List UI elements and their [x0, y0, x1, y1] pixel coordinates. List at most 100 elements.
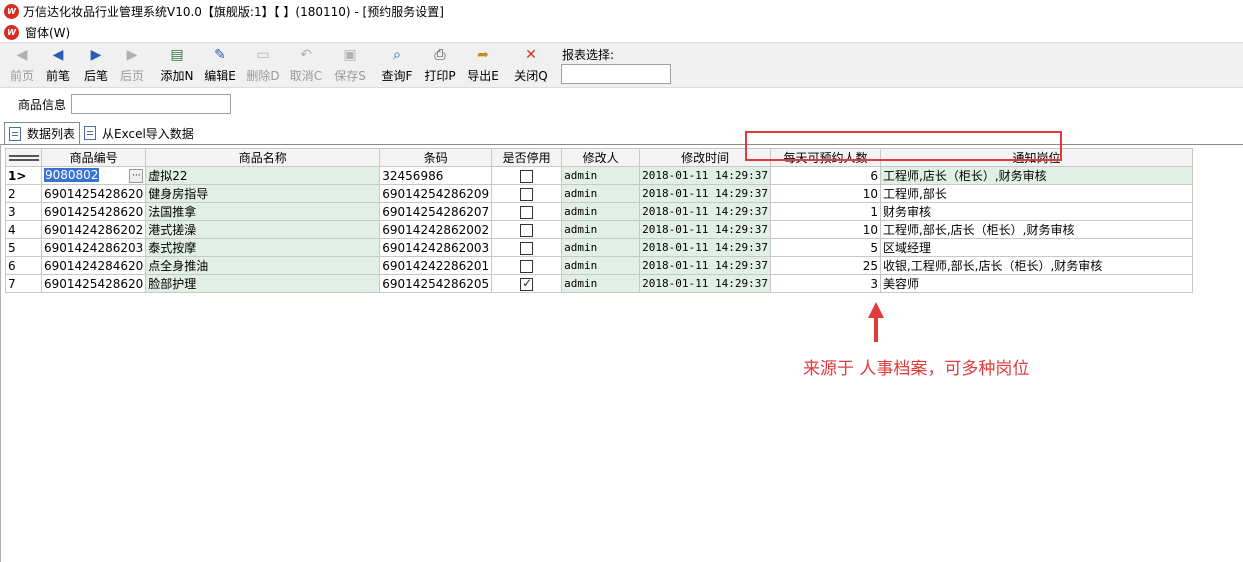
close-button[interactable]: ✕ 关闭Q [511, 46, 551, 86]
cell-code[interactable]: 6901425428620 [40, 202, 147, 221]
cancel-button[interactable]: ↶ 取消C [286, 46, 326, 86]
report-select-group: 报表选择: [558, 45, 678, 87]
table-row[interactable]: 3 6901425428620 法国推拿 69014254286207 admi… [5, 202, 1193, 221]
product-info-input[interactable] [71, 94, 231, 114]
cell-barcode[interactable]: 69014254286207 [379, 202, 493, 221]
disabled-checkbox[interactable] [520, 187, 534, 201]
cell-code[interactable]: 6901425428620 [40, 274, 147, 293]
col-header-disabled[interactable]: 是否停用 [491, 148, 563, 167]
col-header-code[interactable]: 商品编号 [40, 148, 147, 167]
cell-disabled[interactable] [491, 184, 563, 203]
cell-disabled[interactable] [491, 166, 563, 185]
cell-disabled[interactable] [491, 202, 563, 221]
cell-modifier[interactable]: admin [561, 166, 641, 185]
grid-corner[interactable] [5, 148, 42, 167]
table-row[interactable]: 5 6901424286203 泰式按摩 69014242862003 admi… [5, 238, 1193, 257]
table-row[interactable]: 7 6901425428620 脸部护理 69014254286205 admi… [5, 274, 1193, 293]
cell-code[interactable]: 6901424284620 [40, 256, 147, 275]
cell-barcode[interactable]: 69014242862002 [379, 220, 493, 239]
cell-post[interactable]: 财务审核 [880, 202, 1193, 221]
disabled-checkbox[interactable] [520, 259, 534, 273]
save-button[interactable]: ▣ 保存S [330, 46, 370, 86]
cell-name[interactable]: 泰式按摩 [145, 238, 381, 257]
cell-time[interactable]: 2018-01-11 14:29:37 [639, 238, 771, 257]
cell-barcode[interactable]: 69014242862003 [379, 238, 493, 257]
table-row[interactable]: 6 6901424284620 点全身推油 69014242286201 adm… [5, 256, 1193, 275]
cell-quota[interactable]: 1 [770, 202, 881, 221]
cell-post[interactable]: 区域经理 [880, 238, 1193, 257]
table-row[interactable]: 2 6901425428620 健身房指导 69014254286209 adm… [5, 184, 1193, 203]
tab-excel-import[interactable]: 从Excel导入数据 [80, 122, 198, 144]
cell-name[interactable]: 虚拟22 [145, 166, 381, 185]
delete-button[interactable]: ▭ 删除D [243, 46, 283, 86]
disabled-checkbox[interactable] [520, 241, 534, 255]
report-select-label: 报表选择: [562, 48, 615, 62]
data-grid: 商品编号 商品名称 条码 是否停用 修改人 修改时间 每天可预约人数 通知岗位 … [5, 148, 1193, 293]
cell-time[interactable]: 2018-01-11 14:29:37 [639, 166, 771, 185]
cell-post[interactable]: 美容师 [880, 274, 1193, 293]
cell-name[interactable]: 法国推拿 [145, 202, 381, 221]
cell-modifier[interactable]: admin [561, 274, 641, 293]
table-row[interactable]: 1> 9080802 ··· 虚拟22 32456986 admin 2018-0… [5, 166, 1193, 185]
next-record-button[interactable]: ▶ 后笔 [76, 46, 116, 86]
cell-barcode[interactable]: 32456986 [379, 166, 493, 185]
menu-window[interactable]: 窗体(W) [25, 24, 70, 41]
cell-quota[interactable]: 5 [770, 238, 881, 257]
disabled-checkbox[interactable] [520, 169, 534, 183]
cell-modifier[interactable]: admin [561, 238, 641, 257]
last-page-button[interactable]: ▶ 后页 [112, 46, 152, 86]
cell-barcode[interactable]: 69014254286209 [379, 184, 493, 203]
tab-data-list[interactable]: 数据列表 [4, 122, 81, 144]
col-header-modifier[interactable]: 修改人 [561, 148, 641, 167]
cell-time[interactable]: 2018-01-11 14:29:37 [639, 220, 771, 239]
cell-quota[interactable]: 10 [770, 220, 881, 239]
disabled-checkbox[interactable] [520, 276, 534, 291]
cell-quota[interactable]: 10 [770, 184, 881, 203]
add-button[interactable]: ▤ 添加N [157, 46, 197, 86]
cell-post[interactable]: 工程师,店长（柜长）,财务审核 [880, 166, 1193, 185]
cell-time[interactable]: 2018-01-11 14:29:37 [639, 184, 771, 203]
disabled-checkbox[interactable] [520, 223, 534, 237]
cell-name[interactable]: 港式搓澡 [145, 220, 381, 239]
first-page-button[interactable]: ◀ 前页 [2, 46, 42, 86]
edit-button[interactable]: ✎ 编辑E [200, 46, 240, 86]
cell-name[interactable]: 脸部护理 [145, 274, 381, 293]
table-row[interactable]: 4 6901424286202 港式搓澡 69014242862002 admi… [5, 220, 1193, 239]
cell-time[interactable]: 2018-01-11 14:29:37 [639, 256, 771, 275]
cell-time[interactable]: 2018-01-11 14:29:37 [639, 202, 771, 221]
cell-disabled[interactable] [491, 220, 563, 239]
cell-code[interactable]: 6901425428620 [40, 184, 147, 203]
prev-record-button[interactable]: ◀ 前笔 [38, 46, 78, 86]
cell-modifier[interactable]: admin [561, 256, 641, 275]
ellipsis-button[interactable]: ··· [129, 169, 144, 183]
cell-post[interactable]: 工程师,部长 [880, 184, 1193, 203]
query-button[interactable]: ⌕ 查询F [377, 46, 417, 86]
cell-post[interactable]: 收银,工程师,部长,店长（柜长）,财务审核 [880, 256, 1193, 275]
cell-quota[interactable]: 6 [770, 166, 881, 185]
col-header-name[interactable]: 商品名称 [145, 148, 381, 167]
cell-name[interactable]: 健身房指导 [145, 184, 381, 203]
cell-code[interactable]: 6901424286202 [40, 220, 147, 239]
col-header-barcode[interactable]: 条码 [379, 148, 493, 167]
cell-quota[interactable]: 3 [770, 274, 881, 293]
export-button[interactable]: ➦ 导出E [463, 46, 503, 86]
cell-modifier[interactable]: admin [561, 220, 641, 239]
cell-name[interactable]: 点全身推油 [145, 256, 381, 275]
cell-modifier[interactable]: admin [561, 202, 641, 221]
cell-barcode[interactable]: 69014242286201 [379, 256, 493, 275]
print-label: 打印P [424, 69, 456, 83]
cell-quota[interactable]: 25 [770, 256, 881, 275]
cell-time[interactable]: 2018-01-11 14:29:37 [639, 274, 771, 293]
cell-disabled[interactable] [491, 256, 563, 275]
product-info-label: 商品信息 [18, 98, 67, 112]
cell-modifier[interactable]: admin [561, 184, 641, 203]
cell-code[interactable]: 6901424286203 [40, 238, 147, 257]
disabled-checkbox[interactable] [520, 205, 534, 219]
cell-barcode[interactable]: 69014254286205 [379, 274, 493, 293]
cell-post[interactable]: 工程师,部长,店长（柜长）,财务审核 [880, 220, 1193, 239]
cell-code[interactable]: 9080802 ··· [40, 166, 147, 185]
report-select-input[interactable] [561, 64, 671, 84]
cell-disabled[interactable] [491, 238, 563, 257]
cell-disabled[interactable] [491, 274, 563, 293]
print-button[interactable]: ⎙ 打印P [420, 46, 460, 86]
